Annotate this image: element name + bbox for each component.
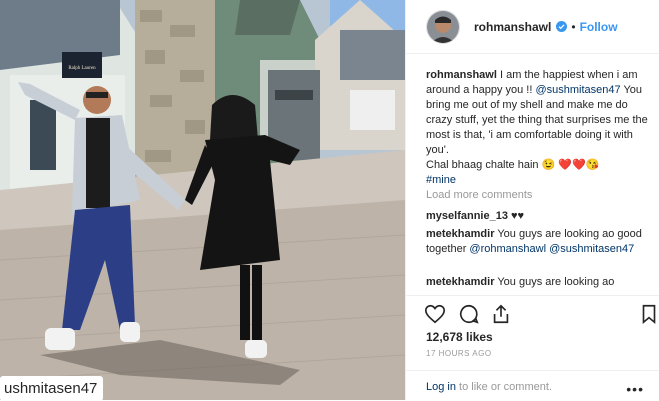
comment-username[interactable]: metekhamdir: [426, 276, 494, 288]
post-caption: rohmanshawl I am the happiest when i am …: [426, 68, 654, 188]
likes-count[interactable]: 12,678 likes: [426, 330, 493, 344]
comment-username[interactable]: metekhamdir: [426, 228, 494, 240]
follow-button[interactable]: Follow: [580, 20, 618, 34]
comment-text: ♥♥: [511, 210, 525, 222]
load-more-comments-button[interactable]: Load more comments: [426, 189, 532, 201]
comment-icon[interactable]: [458, 303, 480, 325]
share-icon[interactable]: [490, 303, 512, 325]
avatar-image: [427, 10, 459, 43]
storefront-sign-text: Ralph Lauren: [68, 66, 96, 71]
comment-mention[interactable]: @rohmanshawl: [469, 243, 546, 255]
bookmark-icon[interactable]: [638, 303, 659, 325]
login-prompt: Log in to like or comment.: [426, 381, 552, 393]
comment-text: You guys are looking ao: [497, 276, 615, 288]
comment-item: myselfannie_13 ♥♥: [426, 209, 651, 224]
caption-mention[interactable]: @sushmitasen47: [535, 84, 620, 96]
verified-badge-icon: [556, 21, 568, 32]
heart-icon[interactable]: [424, 303, 446, 325]
avatar[interactable]: [426, 9, 460, 44]
comment-username[interactable]: myselfannie_13: [426, 210, 508, 222]
photo-user-tag[interactable]: ushmitasen47: [0, 376, 104, 400]
post-side-panel: rohmanshawl • Follow rohmanshawl I am th…: [405, 0, 659, 400]
caption-hashtag[interactable]: #mine: [426, 174, 456, 186]
comment-mention[interactable]: @sushmitasen47: [549, 243, 634, 255]
post-timestamp[interactable]: 17 HOURS AGO: [426, 349, 492, 358]
post-photo[interactable]: Ralph Lauren ushmitasen47: [0, 0, 405, 400]
caption-line2: Chal bhaag chalte hain 😉 ❤️❤️😘: [426, 159, 600, 171]
more-options-button[interactable]: •••: [626, 381, 644, 397]
login-link[interactable]: Log in: [426, 381, 456, 393]
post-footer: Log in to like or comment. •••: [406, 370, 659, 401]
header-username[interactable]: rohmanshawl: [474, 20, 551, 34]
photo-illustration: Ralph Lauren: [0, 0, 405, 400]
comment-item: metekhamdir You guys are looking ao good…: [426, 227, 651, 257]
caption-username[interactable]: rohmanshawl: [426, 69, 497, 81]
post-header: rohmanshawl • Follow: [406, 0, 659, 54]
comment-item: metekhamdir You guys are looking ao: [426, 275, 651, 290]
header-dot-separator: •: [571, 19, 576, 34]
login-prompt-text: to like or comment.: [455, 381, 552, 393]
